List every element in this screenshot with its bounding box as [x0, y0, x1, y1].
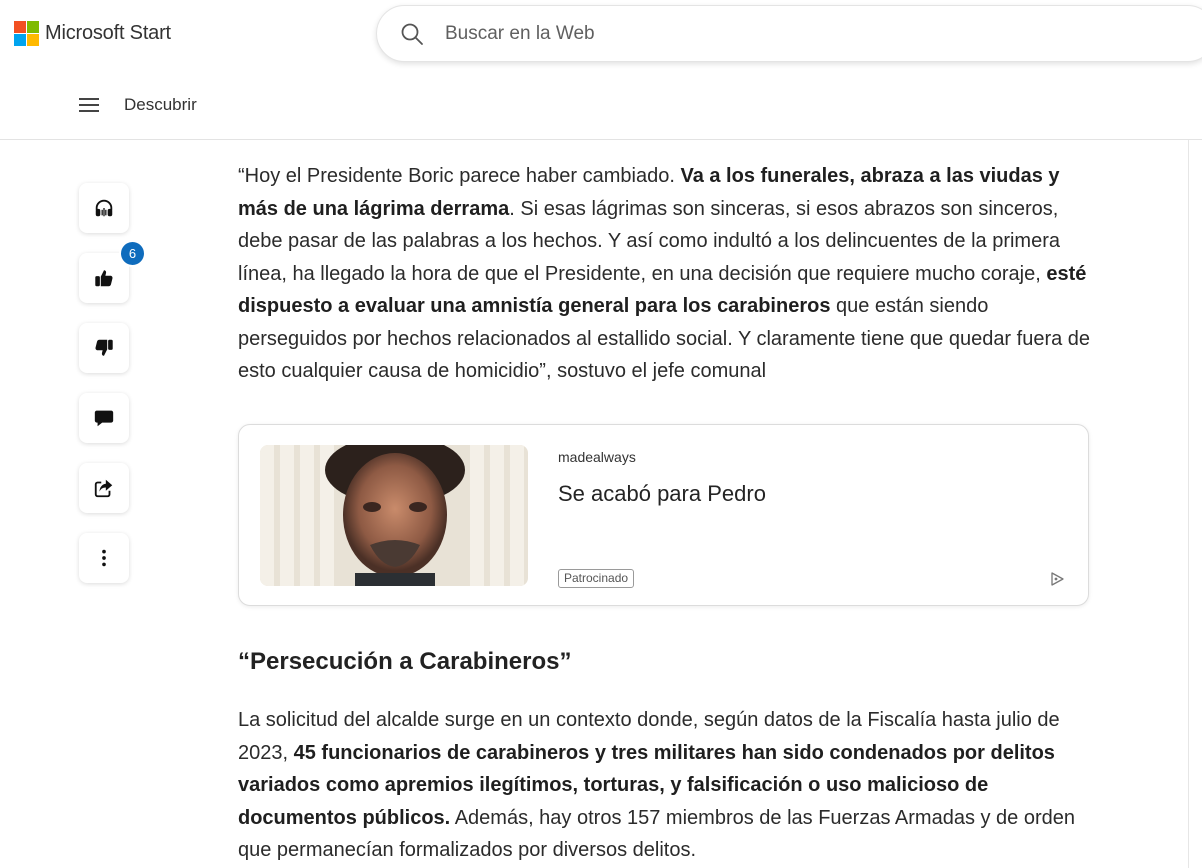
- comment-button[interactable]: [79, 393, 129, 443]
- search-box[interactable]: [376, 5, 1202, 62]
- like-count-badge: 6: [119, 240, 146, 267]
- comment-icon: [94, 410, 114, 427]
- share-icon: [94, 479, 113, 498]
- top-bar: Microsoft Start: [0, 0, 1202, 70]
- sub-navigation: Descubrir: [0, 70, 1202, 140]
- ad-image[interactable]: [260, 445, 528, 586]
- more-options-button[interactable]: [79, 533, 129, 583]
- brand-name: Microsoft Start: [45, 22, 171, 44]
- thumbs-down-icon: [95, 339, 113, 356]
- ad-choices-icon[interactable]: [1049, 571, 1065, 587]
- brand-link[interactable]: Microsoft Start: [14, 21, 171, 46]
- article-paragraph: La solicitud del alcalde surge en un con…: [238, 709, 1076, 861]
- scrollbar-track[interactable]: [1188, 140, 1189, 868]
- share-button[interactable]: [79, 463, 129, 513]
- hamburger-icon[interactable]: [79, 98, 99, 112]
- search-input[interactable]: [445, 20, 1145, 48]
- sponsored-card[interactable]: madealways Se acabó para Pedro Patrocina…: [238, 424, 1089, 606]
- ad-title[interactable]: Se acabó para Pedro: [558, 481, 766, 507]
- listen-button[interactable]: [79, 183, 129, 233]
- thumbs-up-icon: [95, 270, 113, 287]
- discover-link[interactable]: Descubrir: [124, 95, 197, 115]
- article-paragraph: “Hoy el Presidente Boric parece haber ca…: [238, 165, 1091, 382]
- article-body: “Hoy el Presidente Boric parece haber ca…: [238, 160, 1098, 388]
- microsoft-logo-icon: [14, 21, 39, 46]
- search-icon[interactable]: [400, 22, 424, 46]
- section-heading: “Persecución a Carabineros”: [238, 648, 572, 675]
- headphones-icon: [95, 199, 113, 217]
- more-vertical-icon: [102, 549, 106, 567]
- sponsored-label: Patrocinado: [558, 569, 635, 588]
- article-body-continued: La solicitud del alcalde surge en un con…: [238, 704, 1098, 867]
- ad-source[interactable]: madealways: [558, 449, 636, 465]
- dislike-button[interactable]: [79, 323, 129, 373]
